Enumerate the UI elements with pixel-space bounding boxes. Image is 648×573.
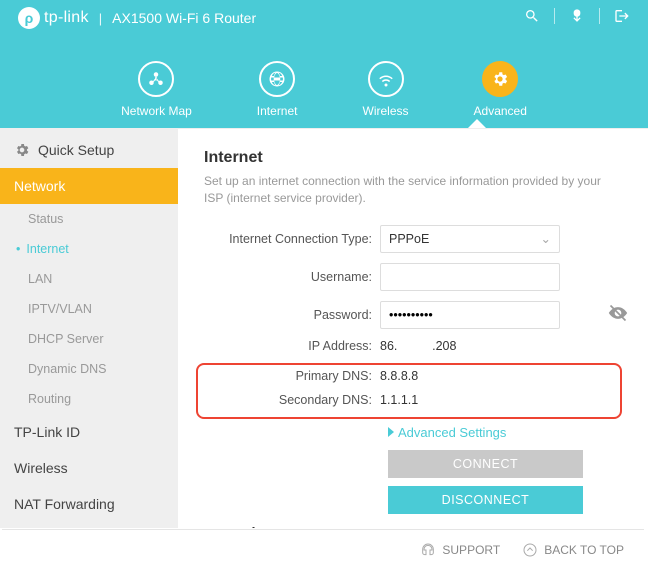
password-label: Password: xyxy=(204,308,380,322)
dns-highlight-box: Primary DNS: 8.8.8.8 Secondary DNS: 1.1.… xyxy=(196,363,622,419)
tab-label: Advanced xyxy=(474,104,527,118)
sidebar-item-parental[interactable]: Parental Controls xyxy=(0,522,178,528)
sidebar-sub-iptv-vlan[interactable]: IPTV/VLAN xyxy=(0,294,178,324)
network-map-icon xyxy=(147,70,165,88)
username-input[interactable] xyxy=(380,263,560,291)
sidebar-sub-label: IPTV/VLAN xyxy=(28,302,92,316)
back-to-top-link[interactable]: BACK TO TOP xyxy=(522,542,624,558)
row-connection-type: Internet Connection Type: PPPoE ⌄ xyxy=(204,225,622,253)
conn-type-label: Internet Connection Type: xyxy=(204,232,380,246)
sidebar-sub-label: Routing xyxy=(28,392,71,406)
ip-label: IP Address: xyxy=(204,339,380,353)
sidebar-item-wireless[interactable]: Wireless xyxy=(0,450,178,486)
sidebar-sub-label: Internet xyxy=(26,242,68,256)
main-tabs: Network Map Internet Wireless Advanced xyxy=(0,61,648,118)
active-tab-pointer xyxy=(468,119,486,128)
separator xyxy=(554,8,555,24)
headset-icon xyxy=(420,542,436,558)
content-area: Internet Set up an internet connection w… xyxy=(178,128,648,528)
sidebar-item-label: Quick Setup xyxy=(38,142,114,158)
sidebar-item-label: TP-Link ID xyxy=(14,424,80,440)
row-username: Username: xyxy=(204,263,622,291)
ip-value: 86. .208 xyxy=(380,339,622,353)
wifi-icon xyxy=(377,70,395,88)
sidebar-item-label: Network xyxy=(14,178,65,194)
conn-type-select[interactable]: PPPoE ⌄ xyxy=(380,225,560,253)
row-primary-dns: Primary DNS: 8.8.8.8 xyxy=(204,369,614,383)
advanced-settings-link[interactable]: Advanced Settings xyxy=(388,425,622,440)
sidebar-item-nat[interactable]: NAT Forwarding xyxy=(0,486,178,522)
logo: ρ tp-link xyxy=(18,7,89,29)
mac-clone-title: MAC Clone xyxy=(204,526,622,528)
secondary-dns-label: Secondary DNS: xyxy=(204,393,380,407)
sidebar-sub-ddns[interactable]: Dynamic DNS xyxy=(0,354,178,384)
eye-slash-icon[interactable] xyxy=(608,303,628,326)
primary-dns-label: Primary DNS: xyxy=(204,369,380,383)
page-title: Internet xyxy=(204,149,622,167)
sidebar-sub-label: Status xyxy=(28,212,63,226)
primary-dns-value: 8.8.8.8 xyxy=(380,369,614,383)
sidebar-sub-status[interactable]: Status xyxy=(0,204,178,234)
sidebar-sub-internet[interactable]: Internet xyxy=(0,234,178,264)
sidebar-item-label: NAT Forwarding xyxy=(14,496,115,512)
advanced-settings-label: Advanced Settings xyxy=(398,425,506,440)
sidebar-sub-label: Dynamic DNS xyxy=(28,362,107,376)
tab-wireless[interactable]: Wireless xyxy=(363,61,409,118)
tab-label: Network Map xyxy=(121,104,192,118)
sidebar-item-tplink-id[interactable]: TP-Link ID xyxy=(0,414,178,450)
header: ρ tp-link | AX1500 Wi-Fi 6 Router Networ… xyxy=(0,0,648,128)
tab-internet[interactable]: Internet xyxy=(257,61,298,118)
sidebar: Quick Setup Network Status Internet LAN … xyxy=(0,128,178,528)
support-label: SUPPORT xyxy=(442,543,500,557)
disconnect-button[interactable]: DISCONNECT xyxy=(388,486,583,514)
separator xyxy=(599,8,600,24)
page-description: Set up an internet connection with the s… xyxy=(204,173,622,207)
gear-icon xyxy=(491,70,509,88)
arrow-up-circle-icon xyxy=(522,542,538,558)
tab-network-map[interactable]: Network Map xyxy=(121,61,192,118)
brand-separator: | xyxy=(99,11,102,26)
row-password: Password: xyxy=(204,301,622,329)
globe-icon xyxy=(268,70,286,88)
logout-icon[interactable] xyxy=(614,8,630,24)
sidebar-sub-lan[interactable]: LAN xyxy=(0,264,178,294)
sidebar-sub-dhcp[interactable]: DHCP Server xyxy=(0,324,178,354)
sidebar-item-network[interactable]: Network xyxy=(0,168,178,204)
sidebar-sub-routing[interactable]: Routing xyxy=(0,384,178,414)
chevron-down-icon: ⌄ xyxy=(541,231,551,246)
download-icon[interactable] xyxy=(569,8,585,24)
back-label: BACK TO TOP xyxy=(544,543,624,557)
brand-name: tp-link xyxy=(44,9,89,27)
username-label: Username: xyxy=(204,270,380,284)
logo-icon: ρ xyxy=(18,7,40,29)
tab-label: Wireless xyxy=(363,104,409,118)
tab-label: Internet xyxy=(257,104,298,118)
sidebar-sub-label: DHCP Server xyxy=(28,332,103,346)
product-name: AX1500 Wi-Fi 6 Router xyxy=(112,10,256,26)
row-ip: IP Address: 86. .208 xyxy=(204,339,622,353)
secondary-dns-value: 1.1.1.1 xyxy=(380,393,614,407)
footer: SUPPORT BACK TO TOP xyxy=(2,529,644,569)
gear-icon xyxy=(14,142,30,158)
body: Quick Setup Network Status Internet LAN … xyxy=(0,128,648,528)
sidebar-item-quick-setup[interactable]: Quick Setup xyxy=(0,132,178,168)
support-link[interactable]: SUPPORT xyxy=(420,542,500,558)
row-secondary-dns: Secondary DNS: 1.1.1.1 xyxy=(204,393,614,407)
password-input[interactable] xyxy=(380,301,560,329)
conn-type-value: PPPoE xyxy=(389,232,429,246)
connect-button[interactable]: CONNECT xyxy=(388,450,583,478)
search-icon[interactable] xyxy=(524,8,540,24)
sidebar-item-label: Wireless xyxy=(14,460,68,476)
top-actions xyxy=(524,8,630,24)
sidebar-sub-label: LAN xyxy=(28,272,52,286)
tab-advanced[interactable]: Advanced xyxy=(474,61,527,118)
triangle-right-icon xyxy=(388,427,394,437)
